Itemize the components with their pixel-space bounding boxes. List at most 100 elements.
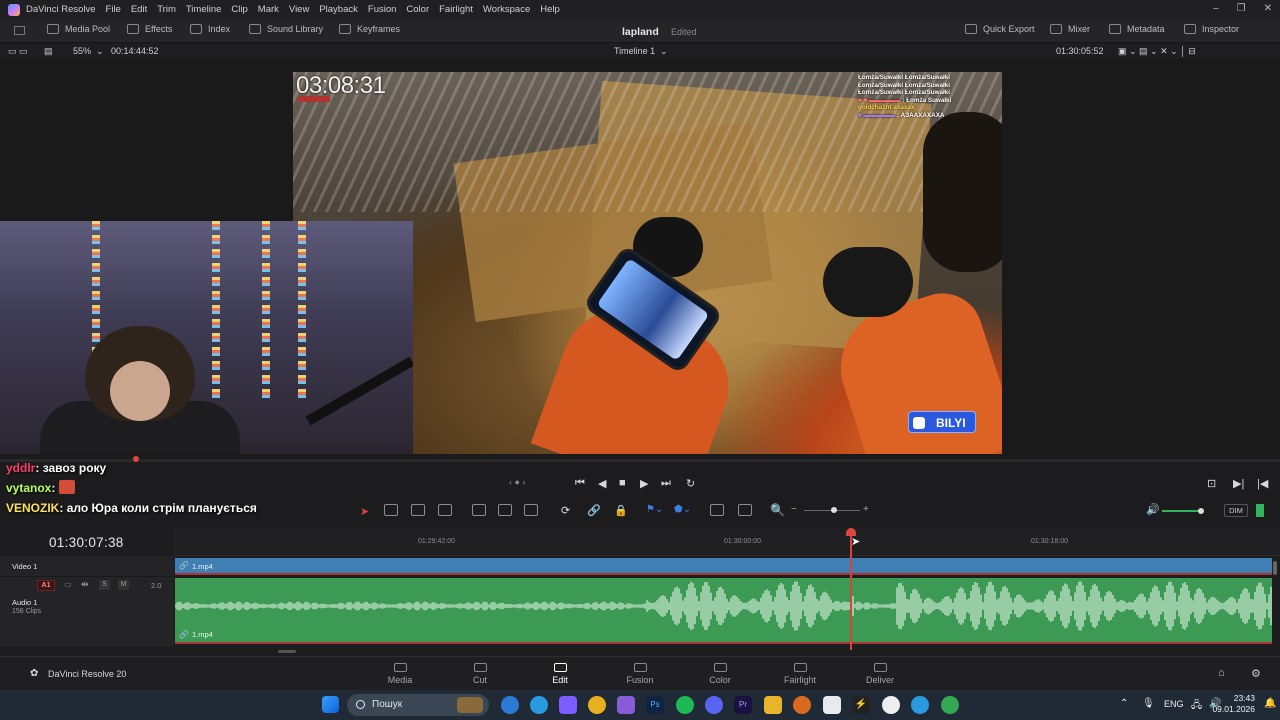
volume-slider-handle[interactable] [1198,508,1204,514]
minimize-icon[interactable]: – [1213,3,1219,14]
menu-fairlight[interactable]: Fairlight [439,4,473,15]
selection-tool-icon[interactable]: ➤ [360,505,369,518]
page-fusion[interactable]: Fusion [610,660,670,685]
premiere-icon[interactable]: Pr [734,696,752,714]
timeline-name-dropdown[interactable]: Timeline 1 [614,46,655,56]
timeline-ruler[interactable]: 01:29:42:00 01:30:00:00 01:30:18:00 [174,528,1280,556]
menu-edit[interactable]: Edit [131,4,147,15]
page-deliver[interactable]: Deliver [850,660,910,685]
quick-export-button[interactable]: Quick Export [965,24,1035,34]
scrub-position-icon[interactable] [133,456,139,462]
zoom-in-icon[interactable]: + [863,504,869,515]
menu-view[interactable]: View [289,4,309,15]
index-button[interactable]: Index [190,24,230,34]
solo-button[interactable]: S [99,580,110,590]
obs-icon[interactable] [882,696,900,714]
zoom-full-icon[interactable] [710,504,724,516]
zoom-out-icon[interactable]: − [791,504,797,515]
taskbar-clock[interactable]: 23:43 09.01.2026 [1212,693,1255,715]
photoshop-icon[interactable]: Ps [646,696,664,714]
tray-chevron-icon[interactable]: ⌃ [1120,698,1128,709]
menu-playback[interactable]: Playback [319,4,358,15]
mixer-button[interactable]: Mixer [1050,24,1090,34]
browser-icon[interactable] [793,696,811,714]
keyframes-button[interactable]: Keyframes [339,24,400,34]
page-color[interactable]: Color [690,660,750,685]
timeline-scrollbar[interactable] [278,650,296,653]
page-media[interactable]: Media [370,660,430,685]
stop-icon[interactable]: ■ [619,477,626,489]
track-lock-icon[interactable]: ▭ [64,580,72,589]
language-indicator[interactable]: ENG [1164,699,1184,709]
zoom-detail-icon[interactable] [738,504,752,516]
track-scrollbar[interactable] [1273,561,1277,575]
audio-track-header[interactable]: A1 ▭ ⇹ S M 2.0 Audio 1 156 Clips [0,577,174,647]
mute-button[interactable]: M [118,580,129,590]
jog-icon[interactable]: ‹ ● › [509,477,525,487]
app-icon[interactable] [617,696,635,714]
metadata-button[interactable]: Metadata [1109,24,1165,34]
menu-file[interactable]: File [106,4,121,15]
viewer-layout-icon[interactable]: ▭ ▭ [8,46,28,57]
menu-workspace[interactable]: Workspace [483,4,530,15]
go-to-end-icon[interactable]: ⏭ [661,477,671,490]
menu-fusion[interactable]: Fusion [368,4,397,15]
chevron-down-icon[interactable]: ⌄ [96,46,104,57]
taskbar-search[interactable]: Пошук [347,694,489,716]
audio-track-badge[interactable]: A1 [37,580,55,591]
next-frame-icon[interactable]: ▶| [1233,477,1244,490]
loop-icon[interactable]: ↻ [686,477,695,490]
media-pool-button[interactable]: Media Pool [47,24,110,34]
blade-tool-icon[interactable] [438,504,452,516]
marker-icon[interactable]: ⬟⌄ [674,504,691,515]
menu-help[interactable]: Help [540,4,560,15]
home-icon[interactable]: ⌂ [1218,667,1225,679]
video-track-header[interactable]: Video 1 [0,556,174,577]
replace-clip-icon[interactable] [524,504,538,516]
chrome-icon[interactable] [588,696,606,714]
viewer-options-icon[interactable]: ▣ ⌄ ▤ ⌄ ✕ ⌄ │ ⊟ [1118,46,1196,57]
cinema-mode-icon[interactable]: ⊡ [1207,477,1216,490]
panel-toggle-icon[interactable] [14,26,25,35]
play-reverse-icon[interactable]: ◀ [598,477,606,490]
timeline-chevron-icon[interactable]: ⌄ [660,46,668,57]
telegram-icon[interactable] [911,696,929,714]
effects-button[interactable]: Effects [127,24,172,34]
menu-color[interactable]: Color [406,4,429,15]
page-edit[interactable]: Edit [530,660,590,685]
app-icon[interactable]: ⚡ [852,696,870,714]
menu-timeline[interactable]: Timeline [186,4,222,15]
menu-mark[interactable]: Mark [258,4,279,15]
chrome-icon[interactable] [941,696,959,714]
edge-icon[interactable] [501,696,519,714]
menu-trim[interactable]: Trim [157,4,176,15]
zoom-custom-icon[interactable]: 🔍 [770,503,785,517]
play-icon[interactable]: ▶ [640,477,648,490]
viewer-scrub-bar[interactable] [0,459,1280,462]
copilot-icon[interactable] [559,696,577,714]
page-cut[interactable]: Cut [450,660,510,685]
trim-tool-icon[interactable] [384,504,398,516]
last-frame-icon[interactable]: |◀ [1257,477,1268,490]
dim-button[interactable]: DIM [1224,504,1248,517]
track-link-icon[interactable]: ⇹ [81,579,89,590]
dynamic-trim-icon[interactable] [411,504,425,516]
lock-icon[interactable]: 🔒 [614,504,628,517]
telegram-icon[interactable] [530,696,548,714]
page-fairlight[interactable]: Fairlight [770,660,830,685]
insert-clip-icon[interactable] [472,504,486,516]
overwrite-clip-icon[interactable] [498,504,512,516]
viewer-mode-icon[interactable]: ▤ [44,46,53,57]
windows-start-icon[interactable] [322,696,339,713]
playhead[interactable] [850,532,852,650]
maximize-icon[interactable]: ❐ [1237,3,1246,14]
close-icon[interactable]: ✕ [1264,3,1272,14]
sound-library-button[interactable]: Sound Library [249,24,323,34]
menu-clip[interactable]: Clip [231,4,247,15]
timeline-panel[interactable]: 01:30:07:38 01:29:42:00 01:30:00:00 01:3… [0,528,1280,653]
network-icon[interactable]: 🖧 [1191,698,1202,715]
video-clip[interactable]: 🔗 1.mp4 [175,558,1272,575]
microphone-icon[interactable]: 🎙 [1142,698,1155,709]
link-icon[interactable]: 🔗 [587,504,601,517]
settings-gear-icon[interactable]: ⚙ [1251,667,1261,680]
